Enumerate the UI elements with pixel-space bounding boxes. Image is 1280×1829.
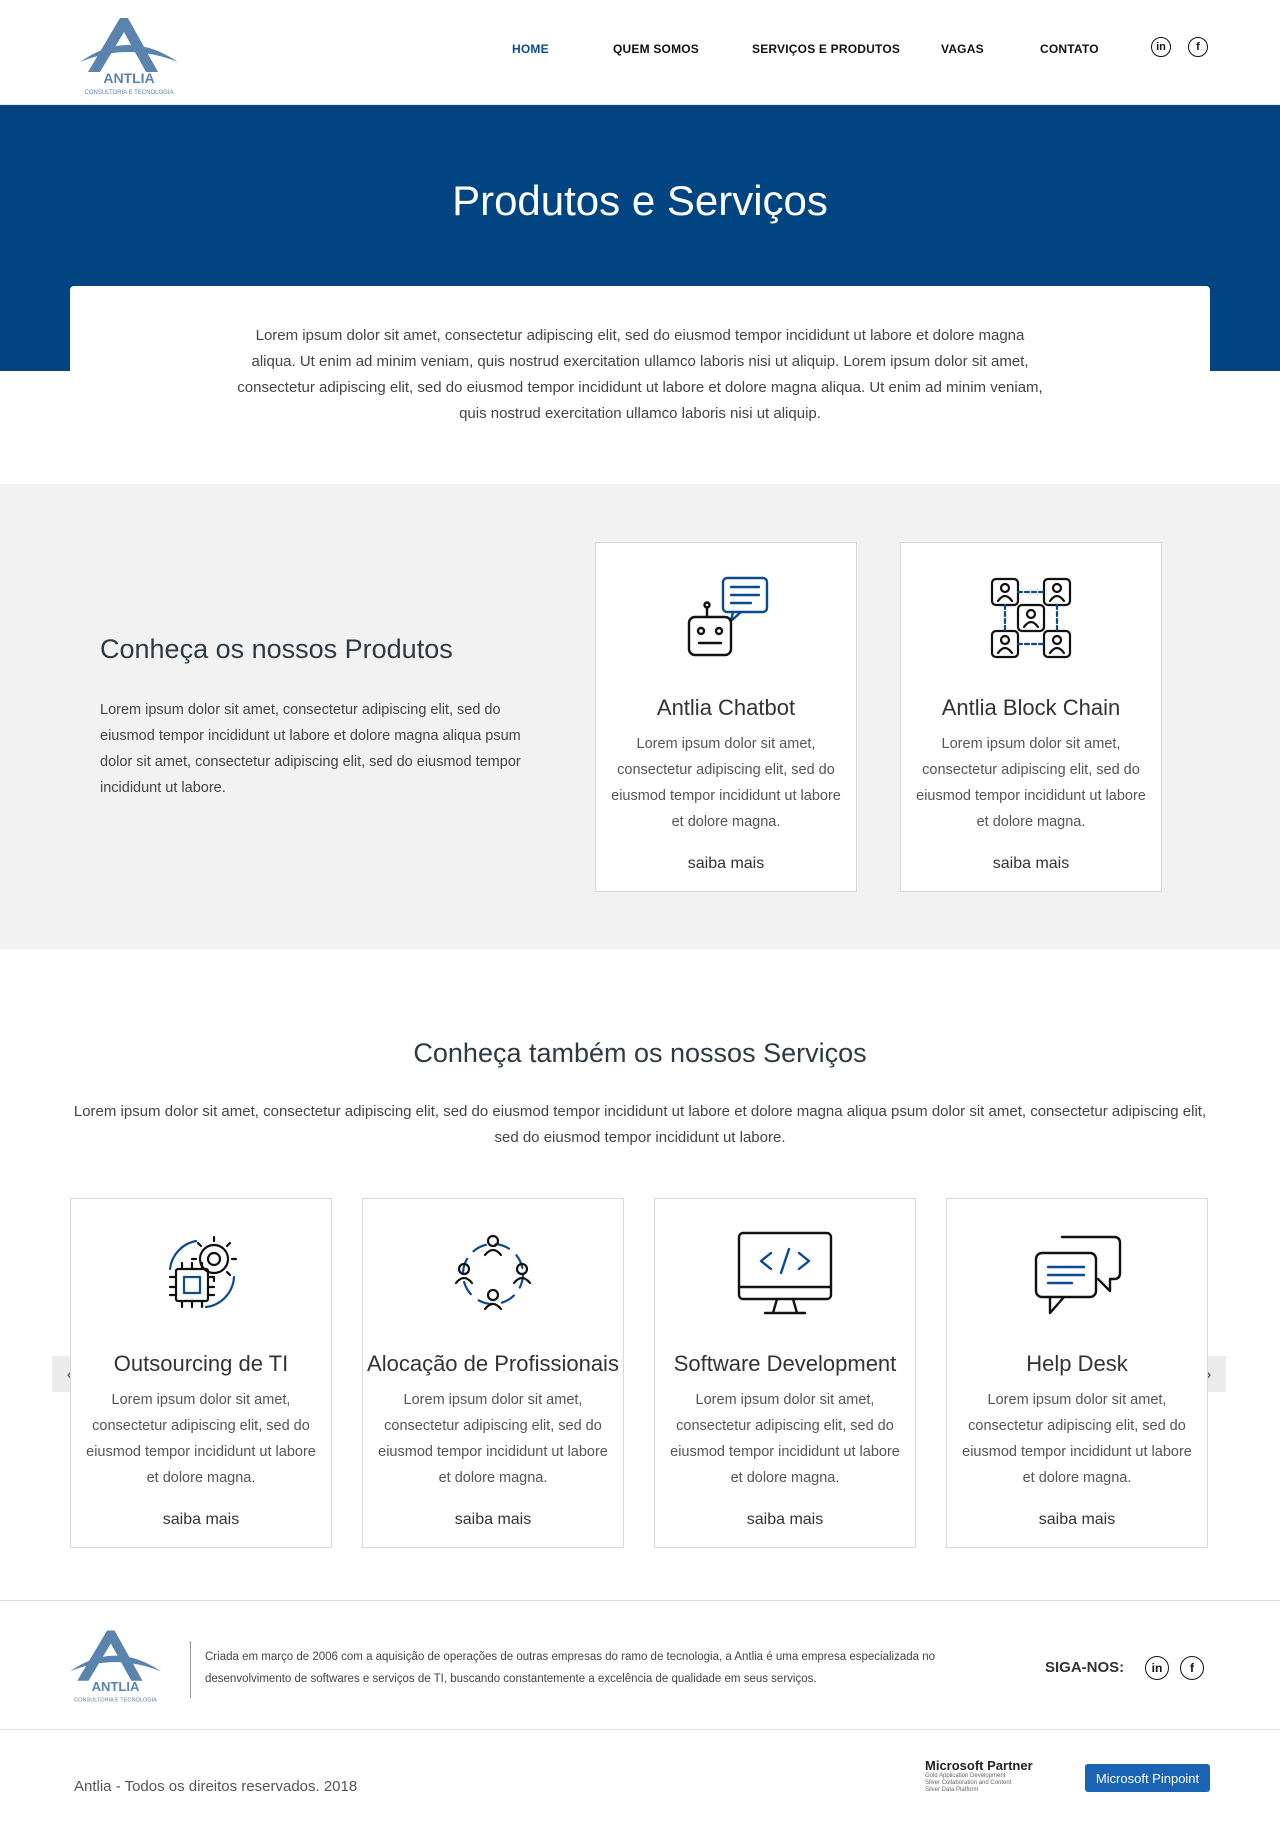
product-title: Antlia Block Chain — [941, 695, 1121, 720]
footer-about: Criada em março de 2006 com a aquisição … — [205, 1651, 936, 1685]
services-title: Conheça também os nossos Serviços — [413, 1038, 867, 1068]
facebook-icon[interactable]: f — [1180, 1656, 1204, 1680]
blockchain-icon — [901, 573, 1161, 663]
service-card-software: Software Development Lorem ipsum dolor s… — [654, 1198, 916, 1548]
service-text: Lorem ipsum dolor sit amet, consectetur … — [670, 1392, 900, 1486]
saiba-mais-link[interactable]: saiba mais — [71, 1511, 331, 1529]
ms-partner-line: Silver Data Platform — [925, 1787, 979, 1793]
product-title: Antlia Chatbot — [656, 695, 796, 720]
monitor-code-icon — [655, 1229, 915, 1319]
service-card-outsourcing: Outsourcing de TI Lorem ipsum dolor sit … — [70, 1198, 332, 1548]
microsoft-pinpoint-badge[interactable]: Microsoft Pinpoint — [1085, 1764, 1210, 1792]
facebook-icon[interactable]: f — [1188, 37, 1208, 57]
chip-gear-icon — [71, 1229, 331, 1319]
product-text: Lorem ipsum dolor sit amet, consectetur … — [611, 736, 841, 830]
saiba-mais-link[interactable]: saiba mais — [363, 1511, 623, 1529]
saiba-mais-link[interactable]: saiba mais — [655, 1511, 915, 1529]
people-network-icon — [363, 1229, 623, 1319]
ms-partner-line: Silver Collaboration and Content — [925, 1780, 1012, 1786]
logo-brand: ANTLIA — [92, 1679, 140, 1694]
ms-partner-line: Gold Application Development — [925, 1773, 1006, 1779]
products-title: Conheça os nossos Produtos — [100, 634, 453, 664]
ms-partner-title: Microsoft Partner — [925, 1758, 1033, 1773]
service-title: Alocação de Profissionais — [367, 1351, 619, 1376]
products-description: Lorem ipsum dolor sit amet, consectetur … — [100, 702, 521, 796]
follow-label: SIGA-NOS: — [1045, 1659, 1125, 1676]
service-text: Lorem ipsum dolor sit amet, consectetur … — [378, 1392, 608, 1486]
site-footer: ANTLIA CONSULTORIA E TECNOLOGIA Criada e… — [0, 1600, 1280, 1829]
chatbot-icon — [596, 573, 856, 663]
saiba-mais-link[interactable]: saiba mais — [947, 1511, 1207, 1529]
chat-bubbles-icon — [947, 1229, 1207, 1319]
microsoft-partner-badge: Microsoft Partner Gold Application Devel… — [925, 1758, 1045, 1794]
copyright-text: Antlia - Todos os direitos reservados. 2… — [74, 1778, 358, 1795]
service-title: Help Desk — [1026, 1351, 1128, 1376]
footer-rule — [0, 1729, 1280, 1730]
service-text: Lorem ipsum dolor sit amet, consectetur … — [962, 1392, 1192, 1486]
footer-divider — [190, 1641, 191, 1698]
product-card-chatbot: Antlia Chatbot Lorem ipsum dolor sit ame… — [595, 542, 857, 892]
products-section: Conheça os nossos Produtos Lorem ipsum d… — [0, 484, 1280, 949]
linkedin-icon[interactable]: in — [1145, 1656, 1169, 1680]
nav-home[interactable]: HOME — [512, 42, 549, 56]
services-description: Lorem ipsum dolor sit amet, consectetur … — [73, 1103, 1207, 1146]
nav-servicos-produtos[interactable]: SERVIÇOS E PRODUTOS — [752, 42, 900, 56]
product-card-blockchain: Antlia Block Chain Lorem ipsum dolor sit… — [900, 542, 1162, 892]
service-title: Outsourcing de TI — [113, 1351, 289, 1376]
service-card-alocacao: Alocação de Profissionais Lorem ipsum do… — [362, 1198, 624, 1548]
service-text: Lorem ipsum dolor sit amet, consectetur … — [86, 1392, 316, 1486]
service-card-helpdesk: Help Desk Lorem ipsum dolor sit amet, co… — [946, 1198, 1208, 1548]
intro-card: Lorem ipsum dolor sit amet, consectetur … — [70, 286, 1210, 436]
main-nav: HOME QUEM SOMOS SERVIÇOS E PRODUTOS VAGA… — [0, 42, 1280, 62]
nav-vagas[interactable]: VAGAS — [941, 42, 984, 56]
linkedin-icon[interactable]: in — [1151, 37, 1171, 57]
saiba-mais-link[interactable]: saiba mais — [596, 855, 856, 873]
logo-tagline: CONSULTORIA E TECNOLOGIA — [84, 90, 173, 96]
site-header: ANTLIA CONSULTORIA E TECNOLOGIA HOME QUE… — [0, 0, 1280, 105]
nav-contato[interactable]: CONTATO — [1040, 42, 1099, 56]
nav-quem-somos[interactable]: QUEM SOMOS — [613, 42, 699, 56]
product-text: Lorem ipsum dolor sit amet, consectetur … — [916, 736, 1146, 830]
page-title: Produtos e Serviços — [452, 177, 828, 224]
saiba-mais-link[interactable]: saiba mais — [901, 855, 1161, 873]
logo-tagline: CONSULTORIA E TECNOLOGIA — [74, 1697, 157, 1703]
intro-text: Lorem ipsum dolor sit amet, consectetur … — [237, 327, 1043, 422]
service-title: Software Development — [673, 1351, 897, 1376]
footer-logo[interactable]: ANTLIA CONSULTORIA E TECNOLOGIA — [68, 1623, 163, 1705]
logo-brand: ANTLIA — [103, 70, 154, 86]
